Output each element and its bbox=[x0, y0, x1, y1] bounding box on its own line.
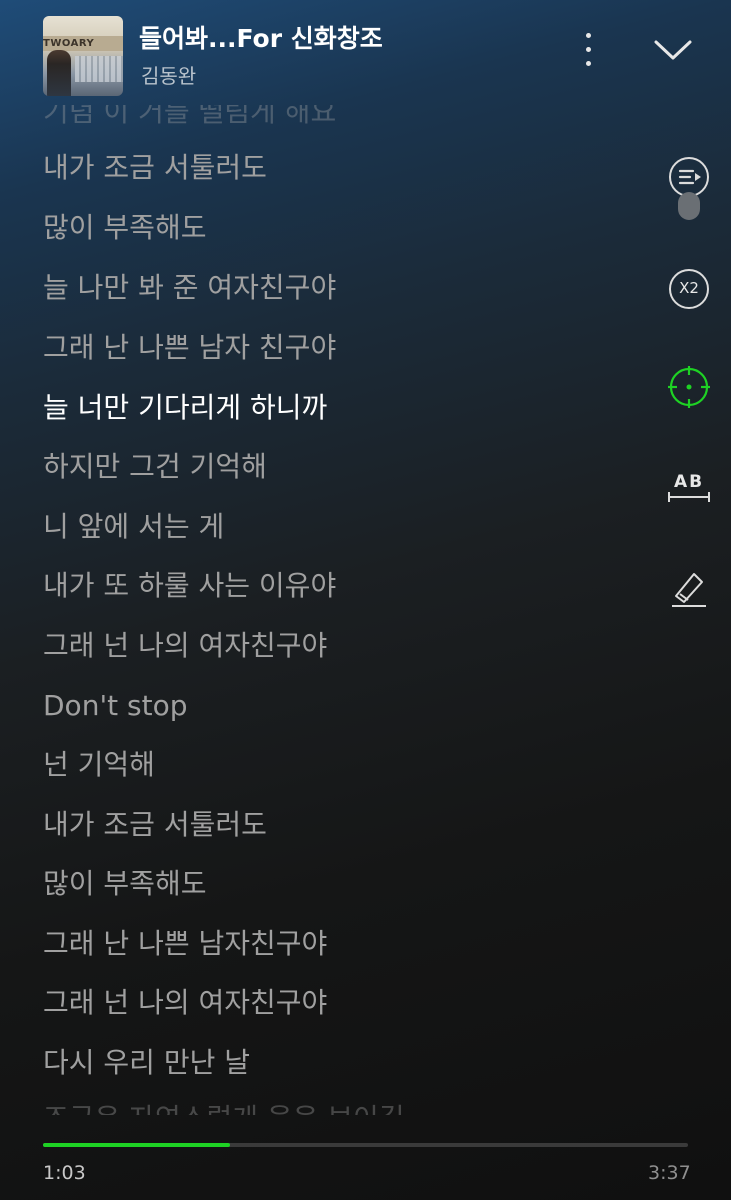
album-art[interactable]: TWOARY bbox=[43, 16, 123, 96]
song-title: 들어봐...For 신화창조 bbox=[139, 24, 383, 53]
lyric-line[interactable]: 늘 나만 봐 준 여자친구야 bbox=[43, 269, 336, 307]
crosshair-icon bbox=[668, 366, 710, 408]
lyric-line[interactable]: 그래 넌 나의 여자친구야 bbox=[43, 627, 327, 665]
font-size-button[interactable]: AB bbox=[666, 466, 712, 512]
lyric-line[interactable]: 다시 우리 만난 날 bbox=[43, 1044, 250, 1082]
more-dot-icon bbox=[586, 61, 591, 66]
lyric-line[interactable]: 넌 기억해 bbox=[43, 746, 155, 784]
album-art-text: TWOARY bbox=[43, 36, 123, 51]
chevron-down-icon bbox=[654, 40, 692, 60]
more-dot-icon bbox=[586, 47, 591, 52]
progress-fill bbox=[43, 1143, 231, 1147]
lyric-line[interactable]: 하지만 그건 기억해 bbox=[43, 448, 267, 486]
lyric-line[interactable]: 그래 난 나쁜 남자친구야 bbox=[43, 925, 327, 963]
speed-label: X2 bbox=[679, 279, 699, 297]
lyric-line[interactable]: 조금은 자연스럽게 웃음 보이길 bbox=[43, 1100, 405, 1115]
progress-bar[interactable] bbox=[43, 1143, 688, 1147]
more-options-button[interactable] bbox=[573, 30, 603, 70]
lyric-line[interactable]: 그래 난 나쁜 남자 친구야 bbox=[43, 329, 336, 367]
highlighter-icon bbox=[672, 573, 706, 607]
lyrics-scrollbar[interactable] bbox=[678, 192, 700, 220]
total-time: 3:37 bbox=[648, 1162, 691, 1184]
speed-button[interactable]: X2 bbox=[666, 266, 712, 312]
collapse-button[interactable] bbox=[652, 34, 694, 64]
highlight-button[interactable] bbox=[666, 564, 712, 610]
lyric-line[interactable]: 많이 부족해도 bbox=[43, 865, 206, 903]
artist-name[interactable]: 김동완 bbox=[141, 60, 196, 89]
lyric-line[interactable]: 많이 부족해도 bbox=[43, 209, 206, 247]
elapsed-time: 1:03 bbox=[43, 1162, 86, 1184]
album-art-building bbox=[75, 56, 123, 82]
lyric-line[interactable]: 내가 조금 서툴러도 bbox=[43, 149, 267, 187]
lyric-line[interactable]: 그래 넌 나의 여자친구야 bbox=[43, 984, 327, 1022]
lyric-line[interactable]: 내가 조금 서툴러도 bbox=[43, 806, 267, 844]
lyrics-list[interactable]: 기념 이 거를 떨림게 해요 내가 조금 서툴러도 많이 부족해도 늘 나만 봐… bbox=[43, 105, 643, 1115]
lyric-line[interactable]: Don't stop bbox=[43, 687, 187, 725]
more-dot-icon bbox=[586, 33, 591, 38]
album-art-person bbox=[47, 50, 71, 96]
current-lyric-line[interactable]: 늘 너만 기다리게 하니까 bbox=[43, 389, 327, 427]
lyric-line[interactable]: 니 앞에 서는 게 bbox=[43, 508, 224, 546]
text-width-icon bbox=[668, 492, 710, 502]
lyric-line[interactable]: 내가 또 하룰 사는 이유야 bbox=[43, 567, 336, 605]
lyric-line[interactable]: 기념 이 거를 떨림게 해요 bbox=[43, 105, 336, 131]
player-header: TWOARY 들어봐...For 신화창조 김동완 bbox=[0, 0, 731, 110]
locate-current-lyric-button[interactable] bbox=[666, 364, 712, 410]
